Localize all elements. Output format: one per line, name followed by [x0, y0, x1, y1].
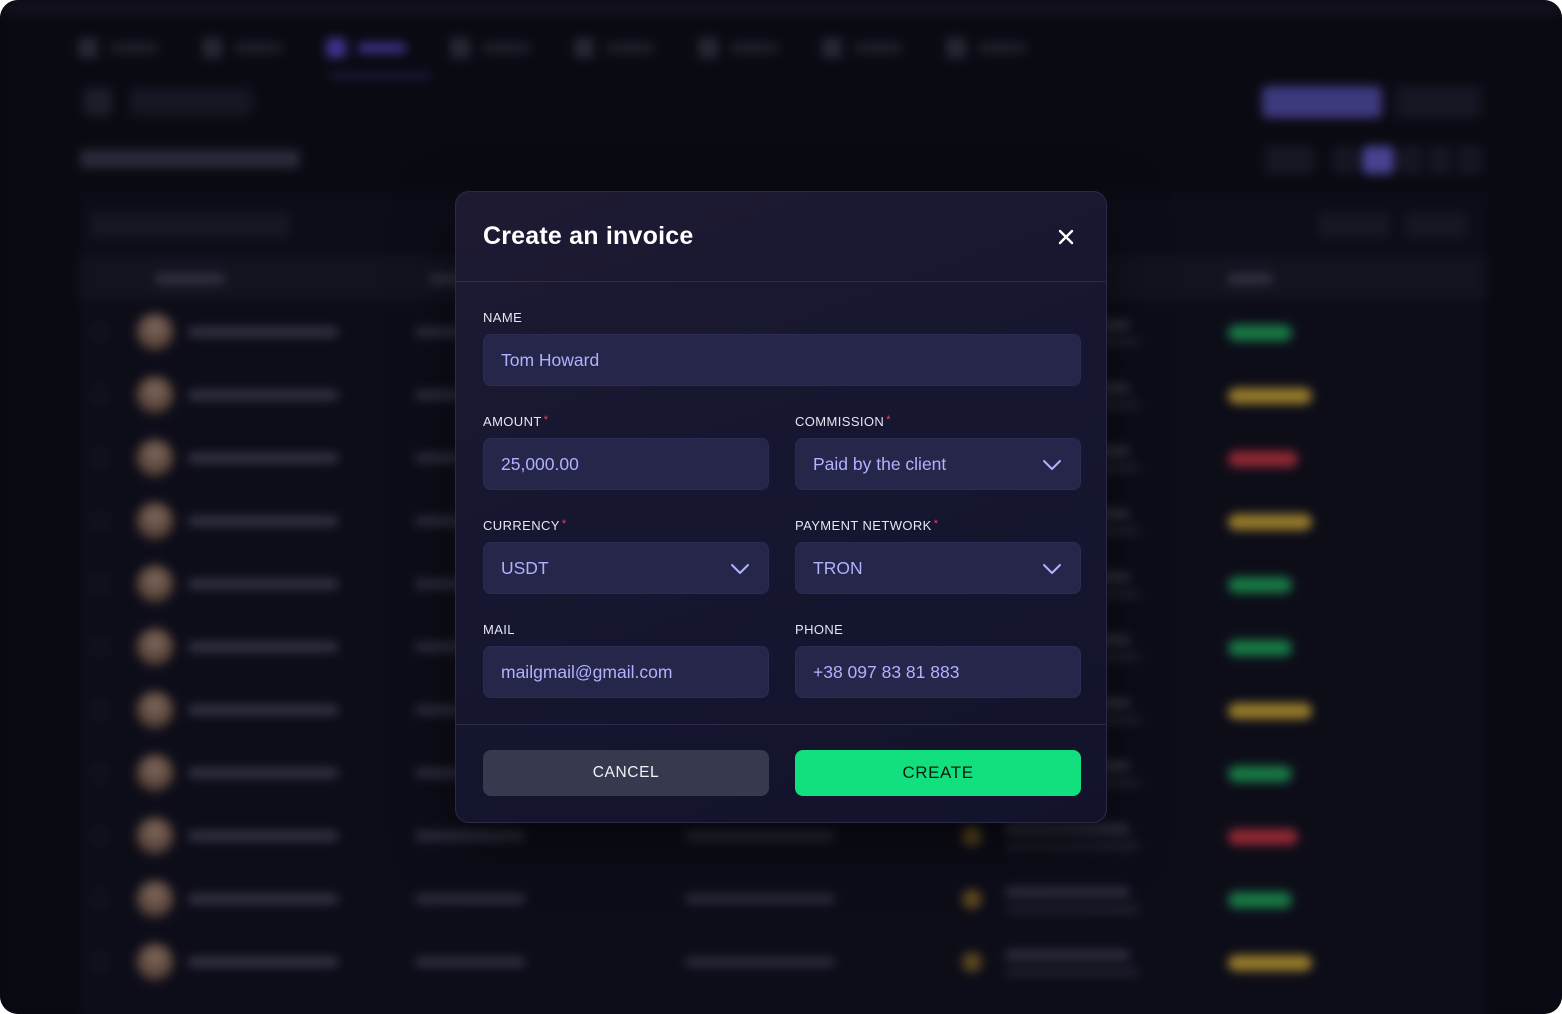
commission-select[interactable]: Paid by the client [795, 438, 1081, 490]
required-marker: * [543, 414, 549, 426]
create-invoice-modal: Create an invoice NAME Tom Howard AMOUNT… [455, 191, 1107, 823]
commission-value: Paid by the client [813, 453, 947, 474]
cancel-button[interactable]: CANCEL [483, 750, 769, 796]
phone-label-text: PHONE [795, 622, 844, 637]
amount-field[interactable]: 25,000.00 [483, 438, 769, 490]
name-field[interactable]: Tom Howard [483, 334, 1081, 386]
phone-value: +38 097 83 81 883 [813, 661, 960, 682]
amount-label: AMOUNT * [483, 414, 548, 429]
currency-value: USDT [501, 557, 549, 578]
amount-label-text: AMOUNT [483, 414, 542, 429]
phone-label: PHONE [795, 622, 843, 637]
chevron-down-icon [1042, 559, 1062, 584]
name-label-text: NAME [483, 310, 523, 325]
payment-network-select[interactable]: TRON [795, 542, 1081, 594]
email-field[interactable]: mailgmail@gmail.com [483, 646, 769, 698]
chevron-down-icon [1042, 455, 1062, 480]
close-icon[interactable] [1054, 225, 1078, 249]
name-value: Tom Howard [501, 349, 600, 370]
required-marker: * [933, 518, 939, 530]
mail-label-text: MAIL [483, 622, 515, 637]
required-marker: * [886, 414, 891, 426]
name-label: NAME [483, 310, 522, 325]
mail-label: MAIL [483, 622, 515, 637]
amount-value: 25,000.00 [501, 453, 579, 474]
modal-header: Create an invoice [456, 192, 1106, 282]
required-marker: * [561, 518, 567, 530]
currency-label: CURRENCY * [483, 518, 567, 533]
phone-field[interactable]: +38 097 83 81 883 [795, 646, 1081, 698]
chevron-down-icon [730, 559, 750, 584]
payment-network-label: PAYMENT NETWORK * [795, 518, 938, 533]
payment-network-label-text: PAYMENT NETWORK [795, 518, 932, 533]
currency-label-text: CURRENCY [483, 518, 560, 533]
currency-select[interactable]: USDT [483, 542, 769, 594]
create-button[interactable]: CREATE [795, 750, 1081, 796]
mail-value: mailgmail@gmail.com [501, 661, 673, 682]
modal-title: Create an invoice [483, 222, 694, 250]
commission-label-text: COMMISSION [795, 414, 885, 429]
commission-label: COMMISSION * [795, 414, 891, 429]
payment-network-value: TRON [813, 557, 863, 578]
app-window: Create an invoice NAME Tom Howard AMOUNT… [0, 0, 1562, 1014]
